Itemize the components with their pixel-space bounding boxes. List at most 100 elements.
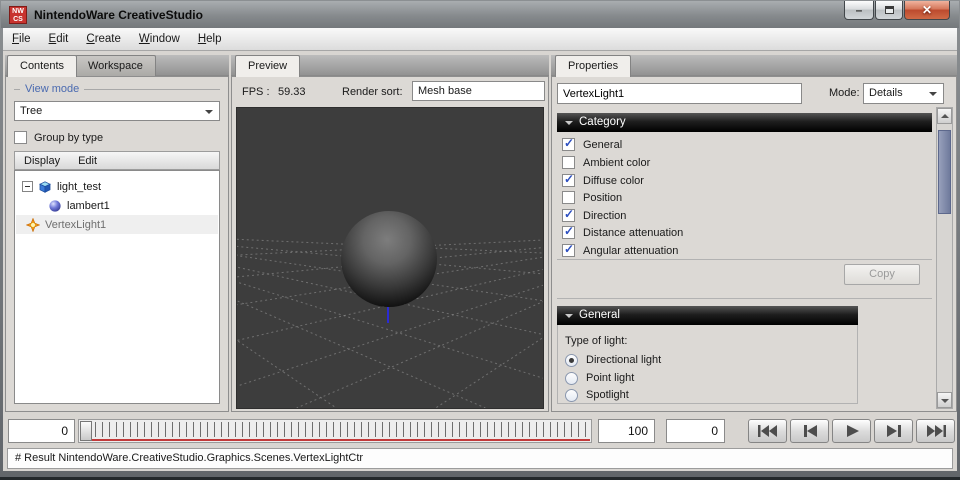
object-name-field[interactable]	[557, 83, 802, 104]
preview-tab-strip: Preview	[231, 55, 549, 76]
menu-create[interactable]: Create	[77, 29, 130, 49]
end-frame-field[interactable]	[598, 419, 655, 443]
mode-select[interactable]: Details	[863, 83, 944, 104]
category-checkbox-diffuse-color[interactable]: ✓ Diffuse color	[562, 173, 644, 188]
radio-icon[interactable]	[565, 372, 578, 385]
maximize-button[interactable]	[875, 1, 903, 20]
type-of-light-label: Type of light:	[565, 335, 627, 347]
radio-directional-light[interactable]: Directional light	[565, 353, 661, 367]
step-backward-button[interactable]	[790, 419, 829, 443]
tree-menu-display[interactable]: Display	[15, 153, 69, 169]
current-frame-field[interactable]	[8, 419, 75, 443]
play-button[interactable]	[832, 419, 871, 443]
tree-item-label: light_test	[57, 181, 101, 193]
chevron-down-icon	[929, 92, 937, 96]
triangle-up-icon	[941, 114, 949, 118]
group-by-type-checkbox[interactable]: ✓ Group by type	[14, 131, 103, 144]
timeline-slider[interactable]	[78, 419, 592, 443]
collapse-icon[interactable]	[22, 181, 33, 192]
fps-label: FPS :	[242, 86, 270, 98]
category-section-header[interactable]: Category	[557, 113, 932, 132]
tree-item-light-test[interactable]: light_test	[16, 177, 218, 196]
scroll-up-button[interactable]	[937, 108, 952, 124]
category-checkbox-ambient-color[interactable]: ✓ Ambient color	[562, 155, 650, 170]
axis-indicator	[387, 307, 389, 323]
tab-preview[interactable]: Preview	[235, 55, 300, 77]
go-to-start-button[interactable]	[748, 419, 787, 443]
scroll-down-button[interactable]	[937, 392, 952, 408]
checkbox[interactable]: ✓	[562, 138, 575, 151]
copy-button[interactable]: Copy	[844, 264, 920, 285]
app-window: NW CS NintendoWare CreativeStudio – ✕ Fi…	[0, 0, 960, 480]
general-section-header[interactable]: General	[557, 306, 858, 325]
check-icon: ✓	[564, 242, 574, 256]
checkbox[interactable]: ✓	[14, 131, 27, 144]
go-to-end-button[interactable]	[916, 419, 955, 443]
properties-scrollbar[interactable]	[936, 107, 953, 409]
timeline-ticks	[95, 422, 589, 437]
app-logo-icon: NW CS	[9, 6, 27, 24]
checkbox[interactable]: ✓	[562, 209, 575, 222]
maximize-icon	[885, 6, 894, 14]
tree-item-vertexlight1[interactable]: VertexLight1	[16, 215, 218, 234]
tab-properties[interactable]: Properties	[555, 55, 631, 77]
close-button[interactable]: ✕	[904, 1, 950, 20]
status-text: # Result NintendoWare.CreativeStudio.Gra…	[15, 452, 363, 464]
3d-viewport[interactable]	[236, 107, 544, 409]
view-mode-select[interactable]: Tree	[14, 101, 220, 121]
properties-panel: Mode: Details Category ✓ General ✓ Ambie…	[551, 76, 957, 412]
play-icon	[840, 424, 864, 438]
radio-icon[interactable]	[565, 354, 578, 367]
step-forward-icon	[882, 424, 906, 438]
menu-file[interactable]: File	[3, 29, 40, 49]
checkbox[interactable]: ✓	[562, 191, 575, 204]
chevron-down-icon	[205, 110, 213, 114]
checkbox[interactable]: ✓	[562, 226, 575, 239]
check-icon: ✓	[564, 207, 574, 221]
vertex-light-icon	[26, 218, 40, 232]
minimize-icon: –	[856, 3, 863, 17]
go-to-end-icon	[924, 424, 948, 438]
render-sort-select[interactable]: Mesh base	[412, 81, 545, 101]
material-sphere-icon	[48, 199, 62, 213]
checkbox[interactable]: ✓	[562, 174, 575, 187]
timeline-slider-handle[interactable]	[80, 421, 92, 441]
menu-bar: File Edit Create Window Help	[3, 28, 957, 51]
tree-menu-edit[interactable]: Edit	[69, 153, 106, 169]
tree-item-lambert1[interactable]: lambert1	[16, 196, 218, 215]
scrollbar-thumb[interactable]	[938, 130, 951, 214]
menu-edit[interactable]: Edit	[40, 29, 78, 49]
window-controls: – ✕	[844, 1, 950, 20]
title-bar: NW CS NintendoWare CreativeStudio – ✕	[1, 1, 959, 28]
mode-label: Mode:	[829, 87, 860, 99]
status-bar: # Result NintendoWare.CreativeStudio.Gra…	[7, 448, 953, 469]
tab-workspace[interactable]: Workspace	[75, 55, 156, 76]
checkbox[interactable]: ✓	[562, 244, 575, 257]
radio-icon[interactable]	[565, 389, 578, 402]
preview-toolbar: FPS : 59.33 Render sort: Mesh base	[232, 77, 548, 106]
tree-toolbar: Display Edit	[14, 151, 220, 170]
menu-window[interactable]: Window	[130, 29, 189, 49]
tab-contents[interactable]: Contents	[7, 55, 77, 77]
timeline-range-bar	[80, 439, 590, 441]
checkbox[interactable]: ✓	[562, 156, 575, 169]
category-checkbox-general[interactable]: ✓ General	[562, 137, 622, 152]
sphere-model	[341, 211, 437, 307]
check-icon: ✓	[564, 172, 574, 186]
minimize-button[interactable]: –	[844, 1, 874, 20]
menu-help[interactable]: Help	[189, 29, 231, 49]
render-sort-label: Render sort:	[342, 86, 403, 98]
separator	[557, 259, 932, 260]
category-checkbox-position[interactable]: ✓ Position	[562, 190, 622, 205]
category-checkbox-direction[interactable]: ✓ Direction	[562, 208, 626, 223]
radio-point-light[interactable]: Point light	[565, 371, 634, 385]
category-checkbox-angular-attenuation[interactable]: ✓ Angular attenuation	[562, 243, 678, 258]
tree-item-label: VertexLight1	[45, 219, 106, 231]
category-checkbox-distance-attenuation[interactable]: ✓ Distance attenuation	[562, 225, 683, 240]
radio-spotlight[interactable]: Spotlight	[565, 388, 629, 402]
left-tab-strip: Contents Workspace	[5, 55, 229, 76]
separator	[557, 298, 932, 299]
fps-value: 59.33	[278, 86, 306, 98]
step-forward-button[interactable]	[874, 419, 913, 443]
frame-step-field[interactable]	[666, 419, 725, 443]
